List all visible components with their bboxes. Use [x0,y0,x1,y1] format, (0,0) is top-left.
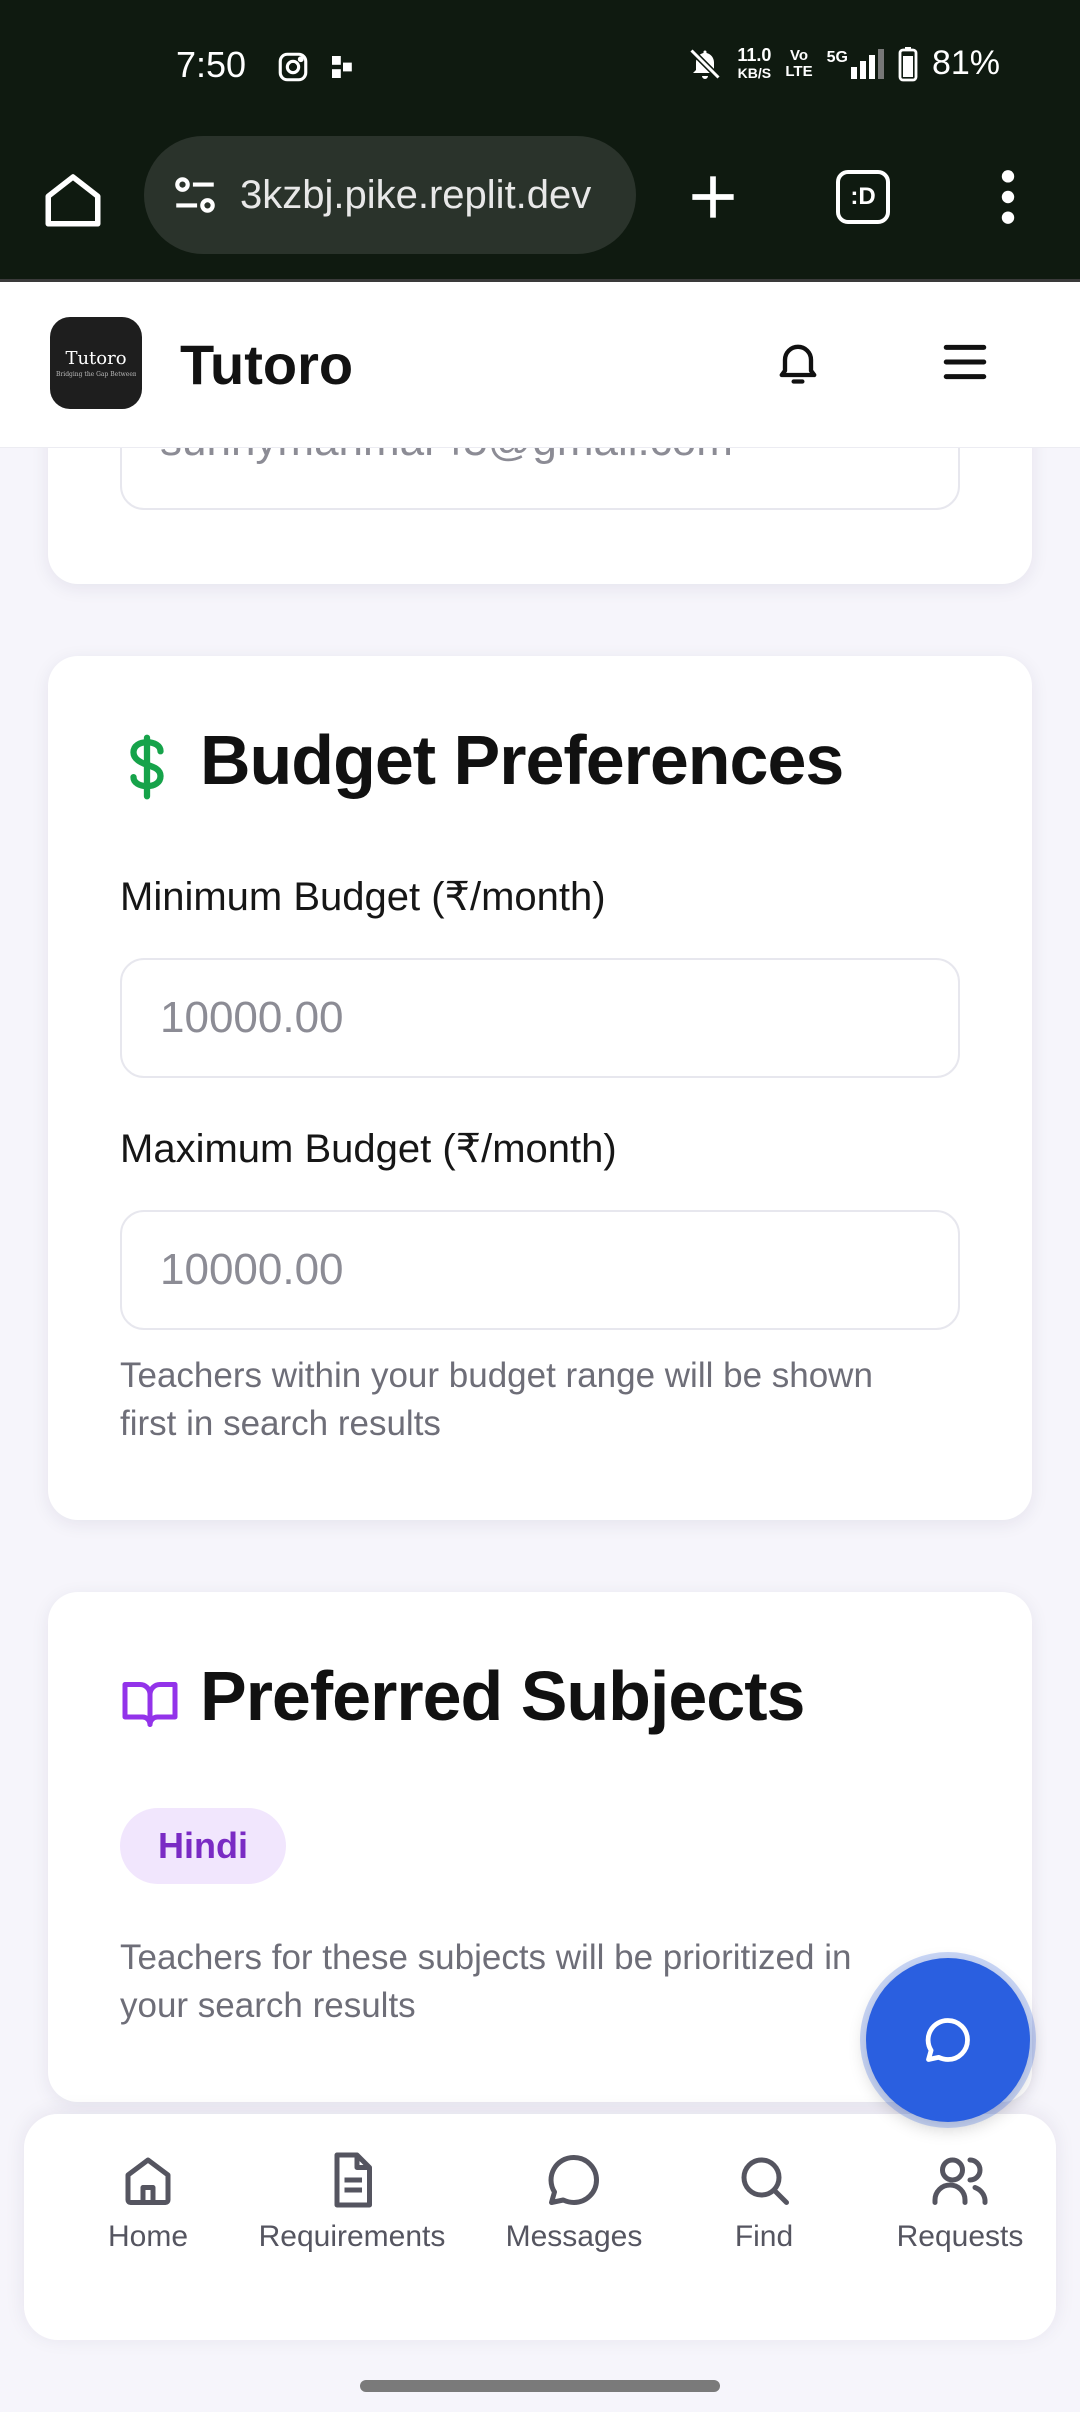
notification-bell-icon[interactable] [772,334,824,390]
app-header: Tutoro Bridging the Gap Between Teacher … [0,282,1080,448]
budget-preferences-card: Budget Preferences Minimum Budget (₹/mon… [48,656,1032,1520]
tab-switcher-button[interactable]: :D [836,170,890,224]
status-time: 7:50 [176,44,247,85]
volte-top: Vo [789,46,809,64]
min-budget-label: Minimum Budget (₹/month) [120,875,606,919]
nav-item-messages[interactable]: Messages [484,2150,664,2254]
url-bar[interactable]: 3kzbj.pike.replit.dev [144,136,636,254]
nav-label-messages: Messages [505,2220,643,2253]
nav-label-home: Home [107,2220,189,2253]
volte-indicator: Vo LTE [785,46,813,80]
subjects-helper-text: Teachers for these subjects will be prio… [120,1938,852,2025]
subjects-section-title: Preferred Subjects [200,1657,805,1735]
network-speed: 11.0 KB/S [737,46,771,82]
nav-label-find: Find [734,2220,794,2253]
nav-label-requests: Requests [896,2220,1024,2253]
budget-section-title: Budget Preferences [200,721,844,799]
bell-muted-icon [689,47,721,80]
min-budget-value: 10000.00 [160,993,344,1042]
home-icon [125,2157,171,2205]
logo-text: Tutoro [65,348,127,369]
nav-label-requirements: Requirements [258,2220,446,2253]
nav-item-home[interactable]: Home [80,2150,216,2254]
home-icon[interactable] [40,166,106,232]
site-settings-icon[interactable] [170,170,220,220]
users-icon [932,2157,988,2205]
document-icon [334,2152,372,2208]
instagram-icon [278,52,308,82]
status-indicators: 11.0 KB/S Vo LTE 5G 81% [687,44,1000,83]
gesture-home-indicator[interactable] [360,2380,720,2392]
status-bar: 7:50 11.0 KB/S Vo LTE 5G 81% [0,0,1080,136]
chat-fab-button[interactable] [866,1958,1030,2122]
browser-toolbar: 3kzbj.pike.replit.dev :D [0,136,1080,282]
network-speed-value: 11.0 [737,44,772,65]
network-speed-unit: KB/S [737,64,772,81]
min-budget-input[interactable]: 10000.00 [120,958,960,1078]
app-logo[interactable]: Tutoro Bridging the Gap Between Teacher … [50,317,142,409]
more-options-icon[interactable] [990,166,1026,228]
dollar-icon [130,734,164,800]
budget-helper-text: Teachers within your budget range will b… [120,1356,873,1443]
menu-icon[interactable] [940,340,990,384]
subject-chip[interactable]: Hindi [120,1808,286,1884]
battery-icon [898,46,918,81]
network-type: 5G [826,48,848,66]
logo-subtext: Bridging the Gap Between Teacher & Stude… [56,371,136,378]
search-icon [741,2157,789,2205]
max-budget-label: Maximum Budget (₹/month) [120,1127,617,1171]
app-title: Tutoro [180,333,354,396]
bottom-navigation: Home Requirements Messages Find Requests [24,2114,1056,2340]
chat-bubble-icon [925,2018,970,2062]
nav-item-requirements[interactable]: Requirements [242,2150,462,2254]
subject-chip-label: Hindi [158,1825,248,1866]
max-budget-value: 10000.00 [160,1245,344,1294]
book-open-icon [122,1682,178,1727]
max-budget-input[interactable]: 10000.00 [120,1210,960,1330]
new-tab-icon[interactable] [682,166,744,228]
signal-icon: 5G [826,48,884,79]
volte-bottom: LTE [785,62,813,80]
battery-percent: 81% [931,44,1000,82]
nav-item-find[interactable]: Find [704,2150,824,2254]
message-icon [548,2154,599,2205]
status-notification-icons [276,50,354,84]
tab-switcher-label: :D [850,183,876,210]
nav-item-requests[interactable]: Requests [880,2150,1040,2254]
url-text: 3kzbj.pike.replit.dev [240,172,592,217]
app-notification-icon [332,56,352,78]
